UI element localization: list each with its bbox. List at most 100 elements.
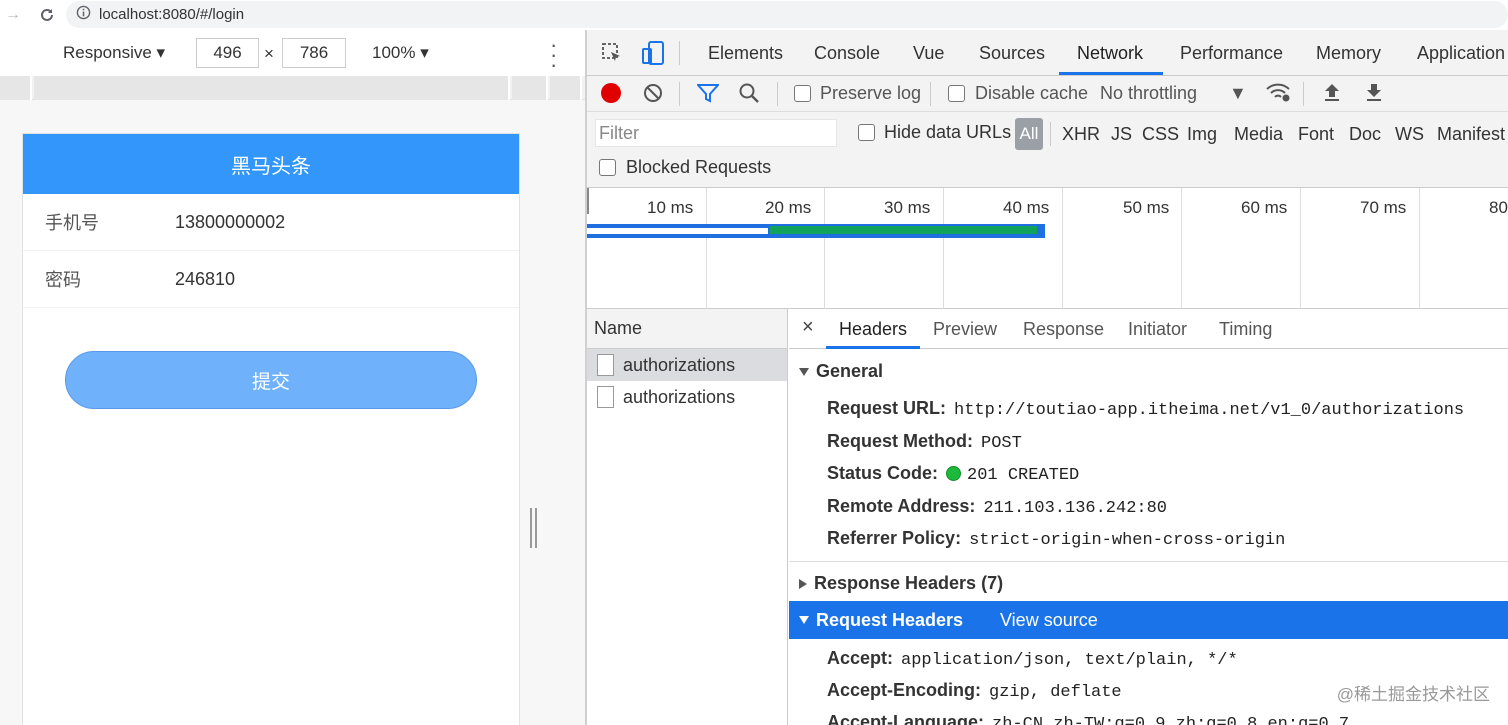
zoom-select[interactable]: 100% ▾ — [372, 43, 429, 63]
filter-input[interactable]: Filter — [595, 119, 837, 147]
phone-input[interactable]: 13800000002 — [175, 212, 285, 233]
clear-icon[interactable] — [643, 83, 663, 108]
tab-response[interactable]: Response — [1023, 319, 1104, 340]
collapse-triangle-icon — [799, 367, 809, 376]
file-icon — [597, 386, 614, 408]
tab-memory[interactable]: Memory — [1316, 43, 1381, 64]
active-detail-tab-indicator — [826, 346, 920, 349]
detail-tabs: × Headers Preview Response Initiator Tim… — [789, 309, 1508, 349]
network-conditions-icon[interactable] — [1265, 81, 1291, 108]
timeline-tick — [1062, 188, 1063, 309]
request-list: Name authorizations authorizations — [587, 309, 788, 725]
inspect-element-icon[interactable] — [601, 42, 623, 69]
tab-timing[interactable]: Timing — [1219, 319, 1272, 340]
more-options-icon[interactable]: · · · — [550, 34, 557, 76]
phone-label: 手机号 — [45, 213, 99, 233]
device-toggle-icon[interactable] — [641, 40, 665, 71]
timeline-tick-label: 50 ms — [1123, 198, 1170, 217]
filter-type-media[interactable]: Media — [1234, 124, 1283, 145]
filter-type-doc[interactable]: Doc — [1349, 124, 1381, 145]
section-divider — [789, 561, 1508, 562]
expand-triangle-icon — [799, 578, 807, 589]
name-column-header[interactable]: Name — [587, 309, 787, 349]
toolbar-divider — [777, 82, 778, 106]
toolbar-divider — [679, 82, 680, 106]
filter-type-img[interactable]: Img — [1187, 124, 1217, 145]
view-source-link[interactable]: View source — [1000, 610, 1098, 631]
record-icon[interactable] — [601, 83, 621, 103]
network-toolbar: Preserve log Disable cache No throttling… — [587, 76, 1508, 112]
tab-initiator[interactable]: Initiator — [1128, 319, 1187, 340]
filter-type-ws[interactable]: WS — [1395, 124, 1424, 145]
general-section-header[interactable]: General — [789, 361, 1508, 382]
network-overview-timeline[interactable]: 10 ms 20 ms 30 ms 40 ms 50 ms 60 ms 70 m… — [587, 188, 1508, 309]
media-query-ruler[interactable] — [0, 76, 585, 100]
tab-network[interactable]: Network — [1077, 43, 1143, 64]
tab-application[interactable]: Application — [1417, 43, 1505, 64]
timeline-tick-label: 70 ms — [1360, 198, 1407, 217]
tab-sources[interactable]: Sources — [979, 43, 1045, 64]
status-code-row: Status Code: 201 CREATED — [827, 463, 1080, 485]
hide-data-urls-checkbox[interactable] — [858, 124, 875, 141]
disable-cache-label: Disable cache — [975, 83, 1089, 103]
timeline-tick — [1300, 188, 1301, 309]
hide-data-urls-label: Hide data URLs — [884, 122, 1012, 142]
request-headers-header[interactable]: Request Headers View source — [789, 601, 1508, 639]
filter-type-manifest[interactable]: Manifest — [1437, 124, 1505, 145]
url-field[interactable]: localhost:8080/#/login — [66, 1, 1508, 28]
toolbar-divider — [1050, 122, 1051, 146]
export-har-icon[interactable] — [1364, 81, 1384, 108]
app-navbar: 黑马头条 — [23, 134, 519, 194]
reload-icon[interactable] — [36, 4, 58, 26]
device-mode-select[interactable]: Responsive ▾ — [63, 43, 165, 63]
tab-console[interactable]: Console — [814, 43, 880, 64]
filter-type-font[interactable]: Font — [1298, 124, 1334, 145]
collapse-triangle-icon — [799, 616, 809, 624]
close-icon[interactable]: × — [802, 316, 814, 339]
device-width-input[interactable]: 496 — [196, 38, 259, 68]
tab-elements[interactable]: Elements — [708, 43, 783, 64]
ruler-segment[interactable] — [0, 76, 32, 100]
filter-icon[interactable] — [695, 83, 721, 108]
accept-language-row: Accept-Language: zh-CN,zh-TW;q=0.9,zh;q=0… — [827, 712, 1350, 725]
disable-cache-checkbox[interactable] — [948, 85, 965, 102]
search-icon[interactable] — [738, 82, 760, 109]
ruler-segment[interactable] — [512, 76, 548, 100]
general-section: General — [789, 361, 1508, 382]
toolbar-divider — [679, 41, 680, 65]
tab-headers[interactable]: Headers — [839, 319, 907, 340]
request-url-row: Request URL: http://toutiao-app.itheima.n… — [827, 398, 1465, 420]
resize-handle[interactable] — [528, 508, 538, 548]
password-field[interactable]: 密码 246810 — [23, 251, 519, 308]
request-row[interactable]: authorizations — [587, 349, 787, 381]
device-height-input[interactable]: 786 — [282, 38, 346, 68]
password-input[interactable]: 246810 — [175, 269, 235, 290]
watermark: @稀土掘金技术社区 — [1336, 685, 1490, 704]
chevron-down-icon[interactable]: ▼ — [1229, 83, 1247, 104]
request-name: authorizations — [623, 386, 736, 407]
info-icon[interactable] — [76, 5, 91, 25]
response-headers-header[interactable]: Response Headers (7) — [789, 573, 1508, 594]
filter-type-css[interactable]: CSS — [1142, 124, 1179, 145]
throttling-select[interactable]: No throttling — [1100, 83, 1197, 104]
password-label: 密码 — [45, 270, 81, 290]
preserve-log-checkbox[interactable] — [794, 85, 811, 102]
phone-field[interactable]: 手机号 13800000002 — [23, 194, 519, 251]
import-har-icon[interactable] — [1322, 81, 1342, 108]
forward-icon[interactable]: → — [2, 4, 24, 26]
timeline-tick-label: 20 ms — [765, 198, 812, 217]
tab-preview[interactable]: Preview — [933, 319, 997, 340]
submit-button[interactable]: 提交 — [65, 351, 477, 409]
ruler-segment[interactable] — [34, 76, 510, 100]
request-download-bar — [770, 226, 1037, 234]
blocked-requests-checkbox[interactable] — [599, 159, 616, 176]
request-row[interactable]: authorizations — [587, 381, 787, 413]
filter-type-xhr[interactable]: XHR — [1062, 124, 1100, 145]
tab-performance[interactable]: Performance — [1180, 43, 1283, 64]
accept-encoding-row: Accept-Encoding: gzip, deflate — [827, 680, 1122, 702]
filter-type-js[interactable]: JS — [1111, 124, 1132, 145]
ruler-segment[interactable] — [550, 76, 582, 100]
filter-type-all[interactable]: All — [1015, 118, 1043, 150]
file-icon — [597, 354, 614, 376]
tab-vue[interactable]: Vue — [913, 43, 944, 64]
